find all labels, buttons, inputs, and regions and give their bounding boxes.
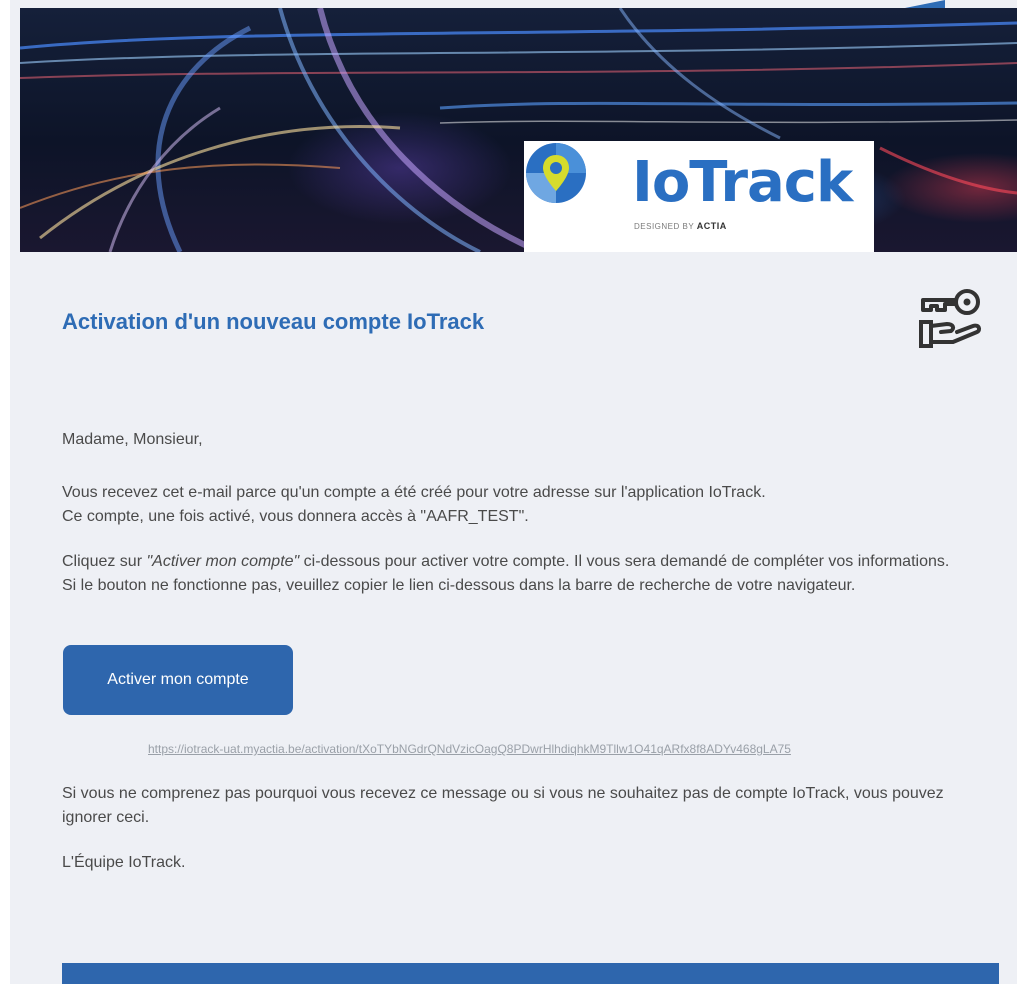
location-pin-logo-icon [526,143,586,203]
header-banner-image: IoTrack DESIGNED BY ACTIA [20,8,1017,252]
fallback-text: Si le bouton ne fonctionne pas, veuillez… [62,577,856,594]
click-prefix: Cliquez sur [62,553,147,570]
click-emphasis: "Activer mon compte" [146,553,300,570]
instructions-text: Cliquez sur "Activer mon compte" ci-dess… [62,550,992,598]
click-suffix: ci-dessous pour activer votre compte. Il… [299,553,950,570]
intro-text: Vous recevez cet e-mail parce qu'un comp… [62,481,992,529]
intro-line-1: Vous recevez cet e-mail parce qu'un comp… [62,484,766,501]
greeting-text: Madame, Monsieur, [62,431,203,448]
iotrack-wordmark: IoTrack [632,150,853,215]
iotrack-logo: IoTrack DESIGNED BY ACTIA [524,141,874,252]
logo-tagline: DESIGNED BY ACTIA [634,221,727,231]
corner-decoration [905,0,945,8]
email-body: IoTrack DESIGNED BY ACTIA Activation d'u… [10,0,1017,984]
footer-bar [62,963,999,984]
tagline-prefix: DESIGNED BY [634,222,695,231]
ignore-note-text: Si vous ne comprenez pas pourquoi vous r… [62,785,944,826]
activation-link[interactable]: https://iotrack-uat.myactia.be/activatio… [148,742,791,756]
signature-text: L'Équipe IoTrack. [62,854,186,871]
activate-account-button[interactable]: Activer mon compte [63,645,293,715]
tagline-brand: ACTIA [696,221,727,231]
intro-line-2: Ce compte, une fois activé, vous donnera… [62,508,529,525]
page-title: Activation d'un nouveau compte IoTrack [62,309,485,334]
key-in-hand-icon [919,289,982,348]
